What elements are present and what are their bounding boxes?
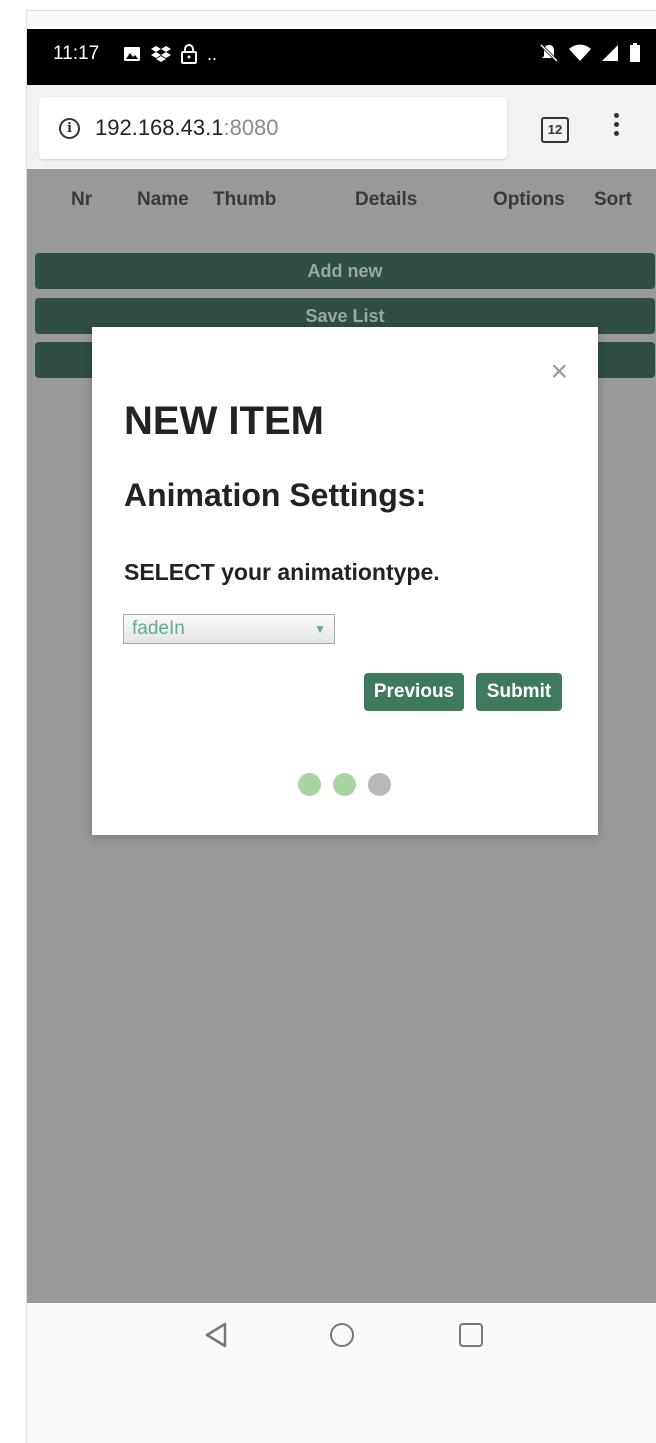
wifi-icon <box>569 44 591 61</box>
modal-subtitle: Animation Settings: <box>124 477 427 513</box>
notifications-off-icon <box>539 43 559 63</box>
status-bar: 11:17 .. <box>27 29 656 85</box>
back-icon[interactable] <box>203 1321 229 1349</box>
image-icon <box>124 47 140 61</box>
dropbox-icon <box>151 46 171 62</box>
column-name: Name <box>137 189 189 210</box>
system-nav-bar <box>27 1303 656 1373</box>
column-thumb: Thumb <box>213 189 277 210</box>
info-icon[interactable]: i <box>59 118 80 139</box>
column-details: Details <box>355 189 418 210</box>
url-text[interactable]: 192.168.43.1:8080 <box>95 115 279 141</box>
chevron-down-icon: ▼ <box>314 622 326 636</box>
step-dot-completed <box>298 773 321 796</box>
more-notifications-icon: .. <box>207 44 218 64</box>
step-indicator <box>298 773 391 796</box>
page-content-overlay: Nr Name Thumb Details Options Sort Add n… <box>27 169 656 1303</box>
url-port: :8080 <box>223 115 279 140</box>
submit-button[interactable]: Submit <box>476 673 562 711</box>
step-dot-pending <box>368 773 391 796</box>
home-icon[interactable] <box>330 1323 354 1347</box>
battery-icon <box>630 43 640 62</box>
signal-icon <box>602 45 618 61</box>
modal-title: NEW ITEM <box>124 399 324 443</box>
status-left-icons: .. <box>123 43 217 65</box>
column-options: Options <box>493 189 565 210</box>
column-sort: Sort <box>594 189 632 210</box>
select-value: fadeIn <box>132 618 185 639</box>
status-time: 11:17 <box>53 43 100 64</box>
url-host: 192.168.43.1 <box>95 115 224 140</box>
phone-screen: 11:17 .. i 192.168.43.1:8080 12 Nr Name … <box>26 10 656 1443</box>
status-right-icons <box>539 43 641 63</box>
address-bar[interactable]: i 192.168.43.1:8080 <box>39 97 507 159</box>
animation-type-select[interactable]: fadeIn ▼ <box>123 614 335 644</box>
column-nr: Nr <box>71 189 93 210</box>
more-menu-icon[interactable] <box>611 113 621 145</box>
new-item-modal: × NEW ITEM Animation Settings: SELECT yo… <box>92 327 598 835</box>
modal-instruction: SELECT your animationtype. <box>124 559 440 585</box>
tab-switcher-button[interactable]: 12 <box>541 117 569 143</box>
table-header: Nr Name Thumb Details Options Sort <box>27 189 656 213</box>
step-dot-completed <box>333 773 356 796</box>
close-icon[interactable]: × <box>550 357 568 387</box>
lock-icon <box>181 44 197 64</box>
browser-toolbar: i 192.168.43.1:8080 12 <box>27 85 656 169</box>
add-new-button[interactable]: Add new <box>35 253 655 289</box>
recents-icon[interactable] <box>459 1323 483 1347</box>
previous-button[interactable]: Previous <box>364 673 464 711</box>
